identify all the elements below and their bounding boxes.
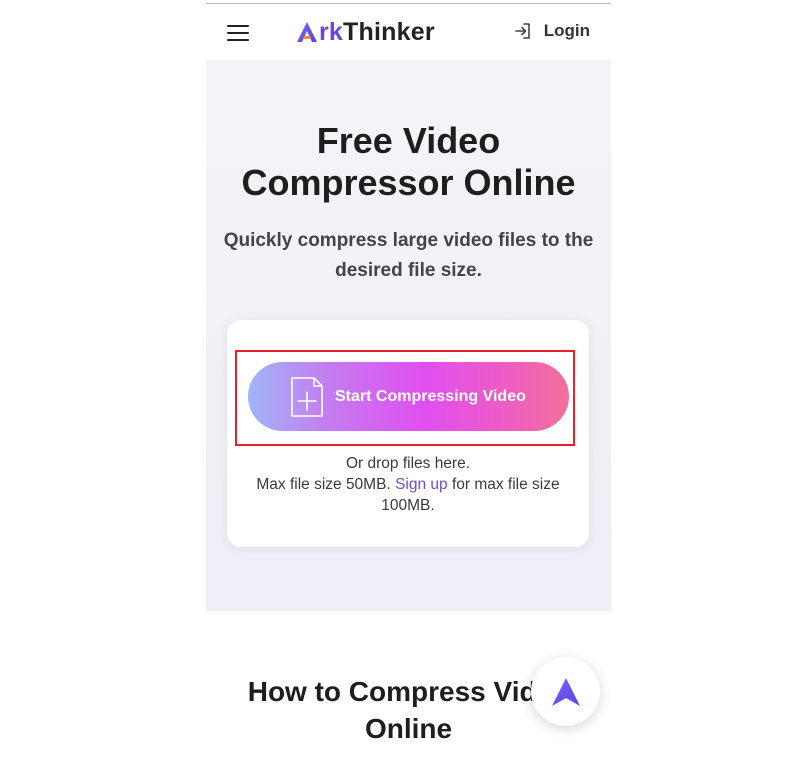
signup-link[interactable]: Sign up [395, 476, 448, 493]
top-header: rk Thinker Login [206, 4, 611, 60]
hamburger-menu-icon[interactable] [227, 24, 249, 42]
mobile-viewport: rk Thinker Login Free Video Compressor O… [206, 0, 611, 764]
scroll-to-top-button[interactable] [531, 657, 600, 726]
logo-accent-text: rk [319, 17, 344, 46]
login-icon [514, 23, 530, 39]
upload-card: Start Compressing Video Or drop files he… [227, 320, 589, 547]
page-title: Free Video Compressor Online [241, 120, 576, 203]
file-plus-icon [291, 376, 323, 417]
start-compressing-label: Start Compressing Video [335, 387, 526, 405]
logo-a-icon [297, 22, 317, 42]
logo-text: Thinker [343, 17, 435, 46]
drop-hint-text: Or drop files here. Max file size 50MB. … [241, 453, 575, 516]
drop-hint: Or drop files here. [345, 455, 471, 472]
login-button[interactable]: Login [513, 21, 590, 41]
login-label: Login [543, 21, 590, 40]
start-compressing-button[interactable]: Start Compressing Video [248, 362, 569, 431]
arrow-up-icon [551, 677, 580, 706]
arkthinker-logo[interactable]: rk Thinker [296, 17, 435, 47]
hero-section: Free Video Compressor Online Quickly com… [206, 60, 611, 611]
page-subtitle: Quickly compress large video files to th… [223, 230, 594, 281]
limit-prefix: Max file size 50MB. [256, 476, 391, 493]
